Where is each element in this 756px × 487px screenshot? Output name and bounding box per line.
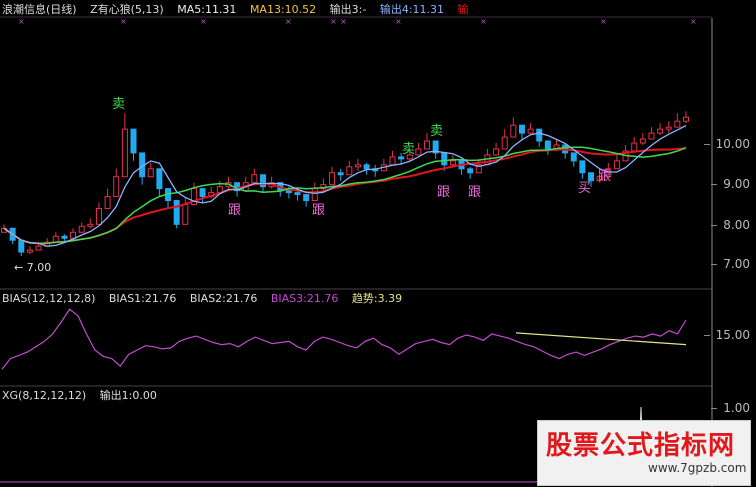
candle-body bbox=[329, 172, 336, 186]
candle-body bbox=[95, 207, 102, 225]
candle-body bbox=[113, 176, 120, 198]
candle-body bbox=[61, 235, 68, 239]
candle-body bbox=[346, 166, 353, 176]
candle-body bbox=[588, 172, 595, 182]
candle-body bbox=[182, 204, 189, 225]
signal-label-2: 卖 bbox=[430, 124, 443, 139]
candle-body bbox=[26, 249, 33, 253]
candle-body bbox=[579, 160, 586, 174]
top-marker-3: × bbox=[285, 17, 292, 26]
candle-body bbox=[147, 168, 154, 178]
top-marker-4: × bbox=[330, 17, 337, 26]
candle-body bbox=[173, 200, 180, 225]
signal-label-1: 卖 bbox=[402, 142, 415, 157]
candle-body bbox=[156, 168, 163, 190]
candle-body bbox=[657, 128, 664, 134]
candle-body bbox=[510, 124, 517, 138]
candle-body bbox=[424, 140, 431, 150]
candle-body bbox=[398, 156, 405, 160]
candle-body bbox=[518, 124, 525, 134]
candle-body bbox=[544, 140, 551, 150]
candle-body bbox=[536, 128, 543, 142]
watermark-url: www.7gpzb.com bbox=[648, 461, 747, 475]
candle-body bbox=[441, 152, 448, 166]
candle-body bbox=[354, 164, 361, 168]
signal-label-6: 跟 bbox=[468, 185, 481, 200]
top-marker-0: × bbox=[18, 17, 25, 26]
top-marker-5: × bbox=[340, 17, 347, 26]
signal-label-0: 卖 bbox=[112, 97, 125, 112]
candle-body bbox=[467, 168, 474, 174]
signal-label-7: 跟 bbox=[598, 169, 611, 184]
candle-body bbox=[18, 239, 25, 253]
candle-body bbox=[104, 196, 111, 209]
candle-body bbox=[35, 245, 42, 251]
candle-body bbox=[674, 120, 681, 128]
signal-label-5: 跟 bbox=[437, 185, 450, 200]
candle-body bbox=[449, 160, 456, 166]
candle-body bbox=[631, 142, 638, 152]
candle-body bbox=[70, 231, 77, 239]
candle-body bbox=[259, 174, 266, 188]
candle-body bbox=[303, 194, 310, 202]
candle-body bbox=[78, 225, 85, 233]
candle-body bbox=[285, 190, 292, 194]
candle-body bbox=[87, 223, 94, 227]
candle-body bbox=[415, 148, 422, 156]
candle-body bbox=[294, 192, 301, 196]
candle-body bbox=[251, 174, 258, 184]
candle-body bbox=[337, 172, 344, 176]
candle-body bbox=[389, 156, 396, 166]
candle-body bbox=[527, 128, 534, 134]
top-marker-6: × bbox=[395, 17, 402, 26]
candle-body bbox=[665, 126, 672, 130]
top-marker-8: × bbox=[600, 17, 607, 26]
top-marker-7: × bbox=[480, 17, 487, 26]
candle-body bbox=[363, 164, 370, 170]
signal-label-8: 买 bbox=[578, 181, 591, 196]
trend-line bbox=[515, 332, 687, 346]
candle-body bbox=[501, 136, 508, 150]
candle-body bbox=[570, 152, 577, 162]
bias-line bbox=[1, 308, 687, 370]
signal-label-4: 跟 bbox=[312, 203, 325, 218]
candle-body bbox=[493, 148, 500, 156]
candle-body bbox=[121, 128, 128, 178]
candle-body bbox=[683, 116, 689, 122]
top-marker-2: × bbox=[200, 17, 207, 26]
top-marker-1: × bbox=[120, 17, 127, 26]
top-marker-9: × bbox=[690, 17, 697, 26]
candle-body bbox=[130, 128, 137, 154]
candle-body bbox=[311, 188, 318, 202]
candle-body bbox=[199, 188, 206, 198]
signal-label-3: 跟 bbox=[228, 203, 241, 218]
candle-body bbox=[613, 160, 620, 170]
chart-canvas: × × × × × × × × × ×卖卖卖跟 跟跟 跟跟买 bbox=[0, 16, 713, 487]
stock-chart-screen: 浪潮信息(日线) Z有心狼(5,13) MA5:11.31 MA13:10.52… bbox=[0, 0, 756, 487]
candle-body bbox=[648, 132, 655, 140]
watermark-title: 股票公式指标网 bbox=[546, 431, 736, 461]
candle-body bbox=[639, 138, 646, 144]
watermark: 股票公式指标网 www.7gpzb.com bbox=[537, 420, 751, 486]
